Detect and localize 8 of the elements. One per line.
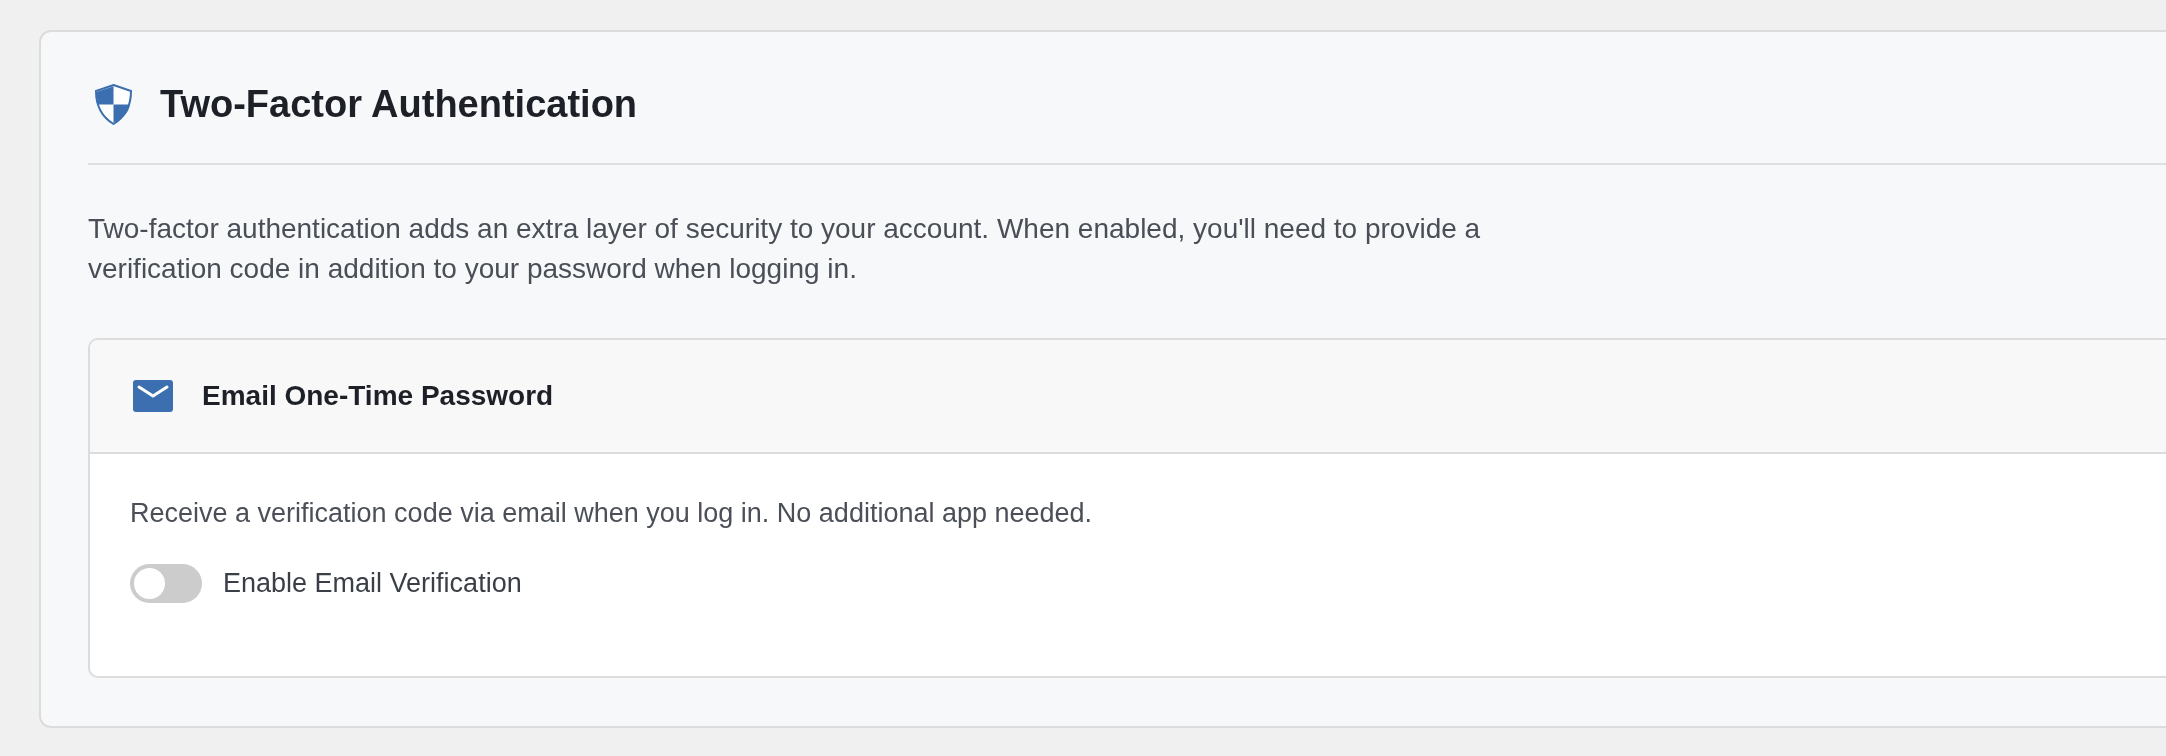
card-title: Email One-Time Password: [202, 380, 554, 412]
toggle-switch[interactable]: [130, 564, 202, 603]
card-description: Receive a verification code via email when you log in. No additional app needed.: [130, 497, 1094, 530]
shield-icon: [95, 84, 132, 125]
panel-title: Two-Factor Authentication: [160, 84, 638, 125]
toggle-label: Enable Email Verification: [223, 568, 522, 599]
panel-description: Two-factor authentication adds an extra layer of security to your account. When enabled, you'll need to provide a verification code in addition to your password when logging in.: [88, 212, 1482, 286]
envelope-icon: [133, 380, 173, 412]
